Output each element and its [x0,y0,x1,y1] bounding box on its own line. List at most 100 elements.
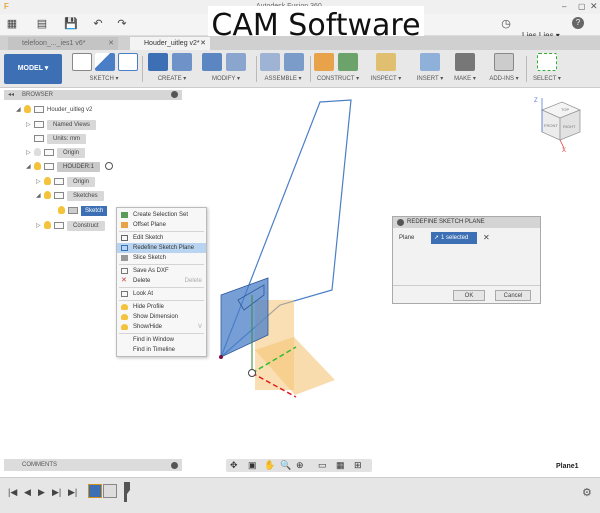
timeline-prev-icon[interactable]: ◀ [24,487,31,498]
tree-item-sketch-selected[interactable]: Sketch [58,206,108,216]
3d-print-icon[interactable] [455,53,475,71]
inspect-menu-label[interactable]: INSPECT ▾ [366,75,406,82]
create-sketch-icon[interactable] [72,53,92,71]
clear-selection-icon[interactable]: ✕ [483,233,490,242]
construct-group[interactable]: CONSTRUCT ▾ [312,53,364,85]
line-icon[interactable] [95,53,115,71]
activate-component-icon[interactable] [104,162,113,171]
extrude-icon[interactable] [148,53,168,71]
menu-item-delete[interactable]: ✕ Delete Delete [117,276,206,286]
timeline-plane-feature-icon[interactable] [103,484,117,498]
timeline-sketch-feature-icon[interactable] [88,484,102,498]
expand-triangle-icon[interactable]: ◢ [36,191,44,201]
sketch-group[interactable]: SKETCH ▾ [70,53,138,85]
pan-icon[interactable]: ✋ [264,460,275,471]
undo-icon[interactable]: ↶ [92,18,104,30]
insert-group[interactable]: INSERT ▾ [410,53,450,85]
help-icon[interactable]: ? [572,17,584,29]
construct-menu-label[interactable]: CONSTRUCT ▾ [312,75,364,82]
select-group[interactable]: SELECT ▾ [530,53,564,85]
inspect-group[interactable]: INSPECT ▾ [366,53,406,85]
timeline-marker-icon[interactable] [124,482,130,502]
tree-item-named-views[interactable]: ▷ Named Views [26,120,96,130]
fillet-icon[interactable] [226,53,246,71]
visibility-bulb-icon[interactable] [34,162,41,171]
close-window-button[interactable]: ✕ [590,1,598,12]
press-pull-icon[interactable] [202,53,222,71]
make-menu-label[interactable]: MAKE ▾ [450,75,480,82]
menu-item-hide-profile[interactable]: Hide Profile [117,302,206,312]
minimize-button[interactable]: – [562,2,566,11]
visibility-bulb-icon[interactable] [58,206,65,215]
sketch-point[interactable] [219,355,223,359]
assemble-menu-label[interactable]: ASSEMBLE ▾ [258,75,308,82]
box-icon[interactable] [172,53,192,71]
menu-item-find-in-timeline[interactable]: Find in Timeline [117,345,206,355]
collapse-browser-icon[interactable]: ◂◂ [8,90,14,100]
grid-settings-icon[interactable]: ▦ [336,460,345,471]
menu-item-slice-sketch[interactable]: Slice Sketch [117,253,206,263]
create-group[interactable]: CREATE ▾ [146,53,198,85]
menu-item-show-hide[interactable]: Show/Hide V [117,322,206,332]
visibility-bulb-icon[interactable] [44,177,51,186]
expand-triangle-icon[interactable]: ▷ [36,221,44,231]
menu-item-offset-plane[interactable]: Offset Plane [117,220,206,230]
comments-panel-header[interactable]: COMMENTS [4,459,182,471]
joint-icon[interactable] [284,53,304,71]
menu-item-save-as-dxf[interactable]: Save As DXF [117,266,206,276]
timeline-play-icon[interactable]: ▶ [38,487,45,498]
axis-icon[interactable] [338,53,358,71]
tab-houder-uitleg[interactable]: Houder_uitleg v2* ✕ [130,37,210,50]
menu-item-create-selection-set[interactable]: Create Selection Set [117,210,206,220]
timeline-end-icon[interactable]: ▶| [68,487,77,498]
modify-menu-label[interactable]: MODIFY ▾ [200,75,252,82]
tree-item-origin-sub[interactable]: ▷ Origin [36,177,96,187]
viewports-icon[interactable]: ⊞ [354,460,362,471]
select-menu-label[interactable]: SELECT ▾ [530,75,564,82]
tree-item-construction[interactable]: ▷ Construct [36,221,105,231]
menu-item-show-dimension[interactable]: Show Dimension [117,312,206,322]
workspace-switcher-button[interactable]: MODEL ▾ [4,54,62,84]
dialog-collapse-icon[interactable] [397,219,404,226]
menu-item-find-in-window[interactable]: Find in Window [117,335,206,345]
close-tab-icon[interactable]: ✕ [200,37,206,50]
expand-triangle-icon[interactable]: ▷ [26,148,34,158]
view-cube[interactable]: TOP FRONT RIGHT Z X [528,94,588,154]
visibility-bulb-icon[interactable] [24,105,31,114]
close-tab-icon[interactable]: ✕ [108,37,114,50]
assemble-group[interactable]: ASSEMBLE ▾ [258,53,308,85]
browser-panel-header[interactable]: ◂◂ BROWSER [4,90,182,100]
display-settings-icon[interactable]: ▭ [318,460,327,471]
dialog-cancel-button[interactable]: Cancel [495,290,531,301]
dialog-ok-button[interactable]: OK [453,290,485,301]
fit-icon[interactable]: ⊕ [296,460,304,471]
timeline-settings-gear-icon[interactable]: ⚙ [582,486,592,499]
browser-options-icon[interactable] [171,91,178,98]
insert-menu-label[interactable]: INSERT ▾ [410,75,450,82]
expand-triangle-icon[interactable]: ▷ [36,177,44,187]
modify-group[interactable]: MODIFY ▾ [200,53,252,85]
visibility-bulb-icon[interactable] [34,148,41,157]
orbit-icon[interactable]: ✥ [230,460,238,471]
visibility-bulb-icon[interactable] [44,221,51,230]
menu-item-redefine-sketch-plane[interactable]: Redefine Sketch Plane [117,243,206,253]
tree-item-sketches[interactable]: ◢ Sketches [36,191,104,201]
measure-icon[interactable] [376,53,396,71]
expand-triangle-icon[interactable]: ◢ [26,162,34,172]
save-icon[interactable]: 💾 [64,18,78,30]
tree-item-origin[interactable]: ▷ Origin [26,148,86,158]
zoom-icon[interactable]: 🔍 [280,460,291,471]
insert-image-icon[interactable] [420,53,440,71]
scripts-icon[interactable] [494,53,514,71]
dialog-header[interactable]: REDEFINE SKETCH PLANE [393,217,540,228]
tab-telefoon[interactable]: telefoon_..._ies1 v6* ✕ [8,37,118,50]
visibility-bulb-icon[interactable] [44,191,51,200]
timeline-next-icon[interactable]: ▶| [52,487,61,498]
plane-selection-button[interactable]: ➚ 1 selected [431,232,477,244]
new-component-icon[interactable] [260,53,280,71]
tree-root-item[interactable]: ◢ Houder_uitleg v2 [16,105,92,115]
add-ins-group[interactable]: ADD-INS ▾ [486,53,522,85]
sketch-menu-label[interactable]: SKETCH ▾ [70,75,138,82]
file-menu-icon[interactable]: ▤ [36,18,48,30]
model-viewport-canvas[interactable] [200,95,380,405]
